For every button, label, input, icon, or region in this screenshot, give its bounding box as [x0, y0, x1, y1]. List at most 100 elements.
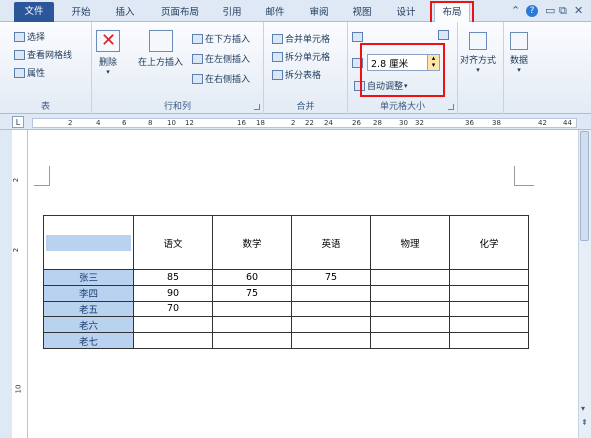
tab-mailings[interactable]: 邮件 [258, 3, 292, 22]
data-dropdown-icon: ▾ [517, 66, 521, 74]
name-cell[interactable]: 老五 [43, 300, 134, 318]
tab-design[interactable]: 设计 [389, 3, 423, 22]
rows-columns-launcher-icon[interactable] [254, 104, 260, 110]
header-cell[interactable]: 语文 [133, 215, 213, 270]
score-cell[interactable] [212, 300, 292, 318]
delete-dropdown-icon: ▾ [106, 68, 110, 76]
insert-below-button[interactable]: 在下方插入 [192, 32, 250, 45]
ribbon-tab-bar: 文件 开始 插入 页面布局 引用 邮件 审阅 视图 设计 布局 ⌃ ? ▭ ⧉ … [0, 0, 591, 23]
insert-above-button[interactable]: 在上方插入 [138, 30, 183, 68]
ruler-number: 28 [373, 119, 382, 127]
split-table-button[interactable]: 拆分表格 [272, 68, 321, 81]
row-height-stepper[interactable]: ▴ ▾ [427, 55, 439, 70]
tab-page-layout[interactable]: 页面布局 [152, 3, 208, 22]
ruler-number: 8 [148, 119, 153, 127]
score-cell[interactable] [291, 284, 371, 302]
score-cell[interactable] [449, 284, 529, 302]
data-button[interactable]: 数据 ▾ [510, 32, 528, 74]
score-cell[interactable]: 60 [212, 269, 292, 286]
row-height-input[interactable]: 2.8 厘米 ▴ ▾ [367, 54, 440, 71]
merge-cells-button[interactable]: 合并单元格 [272, 32, 330, 45]
tab-review[interactable]: 审阅 [302, 3, 336, 22]
tab-home[interactable]: 开始 [64, 3, 98, 22]
split-cells-button[interactable]: 拆分单元格 [272, 50, 330, 63]
score-cell[interactable] [370, 300, 450, 318]
split-table-icon [272, 69, 283, 80]
ruler-number: 44 [563, 119, 572, 127]
alignment-button[interactable]: 对齐方式 ▾ [460, 32, 496, 74]
name-cell[interactable]: 老七 [43, 332, 134, 349]
score-cell[interactable] [212, 332, 292, 349]
autofit-button[interactable]: 自动调整 ▾ [354, 79, 408, 92]
score-cell[interactable] [449, 300, 529, 318]
group-alignment: 对齐方式 ▾ [458, 22, 504, 114]
insert-right-icon [192, 73, 203, 84]
insert-above-icon [148, 30, 173, 52]
distribute-rows-icon[interactable] [438, 30, 451, 40]
document-table[interactable]: 语文 数学 英语 物理 化学 张三 85 60 75 李四 90 75 老五 70 老六 老七 [43, 215, 529, 349]
tab-selector-icon[interactable]: L [12, 116, 24, 128]
score-cell[interactable] [449, 332, 529, 349]
score-cell[interactable] [133, 332, 213, 349]
header-cell[interactable]: 化学 [449, 215, 529, 270]
insert-left-button[interactable]: 在左侧插入 [192, 52, 250, 65]
score-cell[interactable] [449, 269, 529, 286]
table-header-row: 语文 数学 英语 物理 化学 [43, 215, 529, 270]
window-restore-icon[interactable]: ⧉ [559, 4, 567, 18]
score-cell[interactable] [291, 332, 371, 349]
name-cell[interactable]: 李四 [43, 284, 134, 302]
scroll-down-icon[interactable]: ▾ [581, 404, 585, 413]
ribbon-minimize-icon[interactable]: ⌃ [511, 4, 520, 17]
crop-mark-left [34, 166, 50, 186]
score-cell[interactable]: 85 [133, 269, 213, 286]
view-gridlines-button[interactable]: 查看网格线 [14, 48, 72, 61]
header-cell[interactable]: 物理 [370, 215, 450, 270]
previous-page-icon[interactable]: ⇞ [581, 418, 588, 427]
tab-file[interactable]: 文件 [14, 2, 54, 22]
scrollbar-thumb[interactable] [580, 131, 589, 241]
help-icon[interactable]: ? [526, 5, 538, 17]
header-cell[interactable]: 数学 [212, 215, 292, 270]
window-close-icon[interactable]: ✕ [574, 4, 583, 17]
name-cell[interactable]: 张三 [43, 269, 134, 286]
score-cell[interactable]: 75 [212, 284, 292, 302]
score-cell[interactable]: 70 [133, 300, 213, 318]
insert-below-icon [192, 33, 203, 44]
ruler-number: 12 [185, 119, 194, 127]
tab-references[interactable]: 引用 [215, 3, 249, 22]
score-cell[interactable] [370, 284, 450, 302]
ruler-number: 4 [96, 119, 101, 127]
cell-size-launcher-icon[interactable] [448, 104, 454, 110]
ruler-number: 38 [492, 119, 501, 127]
tab-layout[interactable]: 布局 [434, 2, 470, 23]
name-cell[interactable]: 老六 [43, 316, 134, 334]
properties-button[interactable]: 属性 [14, 66, 45, 79]
ruler-number: 30 [399, 119, 408, 127]
score-cell[interactable] [291, 316, 371, 334]
ruler-number: 22 [305, 119, 314, 127]
score-cell[interactable] [291, 300, 371, 318]
tab-view[interactable]: 视图 [345, 3, 379, 22]
ruler-number: 42 [538, 119, 547, 127]
score-cell[interactable] [133, 316, 213, 334]
tab-insert[interactable]: 插入 [108, 3, 142, 22]
group-table: 选择 查看网格线 属性 表 [0, 22, 92, 114]
crop-mark-right [514, 166, 534, 186]
score-cell[interactable] [370, 332, 450, 349]
score-cell[interactable] [370, 269, 450, 286]
score-cell[interactable]: 75 [291, 269, 371, 286]
ruler-number: 2 [68, 119, 73, 127]
header-cell-selected[interactable] [43, 215, 134, 270]
delete-button[interactable]: ✕ 删除 ▾ [96, 30, 120, 76]
select-button[interactable]: 选择 [14, 30, 45, 43]
score-cell[interactable]: 90 [133, 284, 213, 302]
header-cell[interactable]: 英语 [291, 215, 371, 270]
insert-right-button[interactable]: 在右侧插入 [192, 72, 250, 85]
group-cell-size-label: 单元格大小 [379, 102, 425, 112]
insert-left-icon [192, 53, 203, 64]
score-cell[interactable] [212, 316, 292, 334]
score-cell[interactable] [370, 316, 450, 334]
score-cell[interactable] [449, 316, 529, 334]
column-width-icon [352, 58, 365, 68]
window-minimize-icon[interactable]: ▭ [545, 4, 555, 17]
